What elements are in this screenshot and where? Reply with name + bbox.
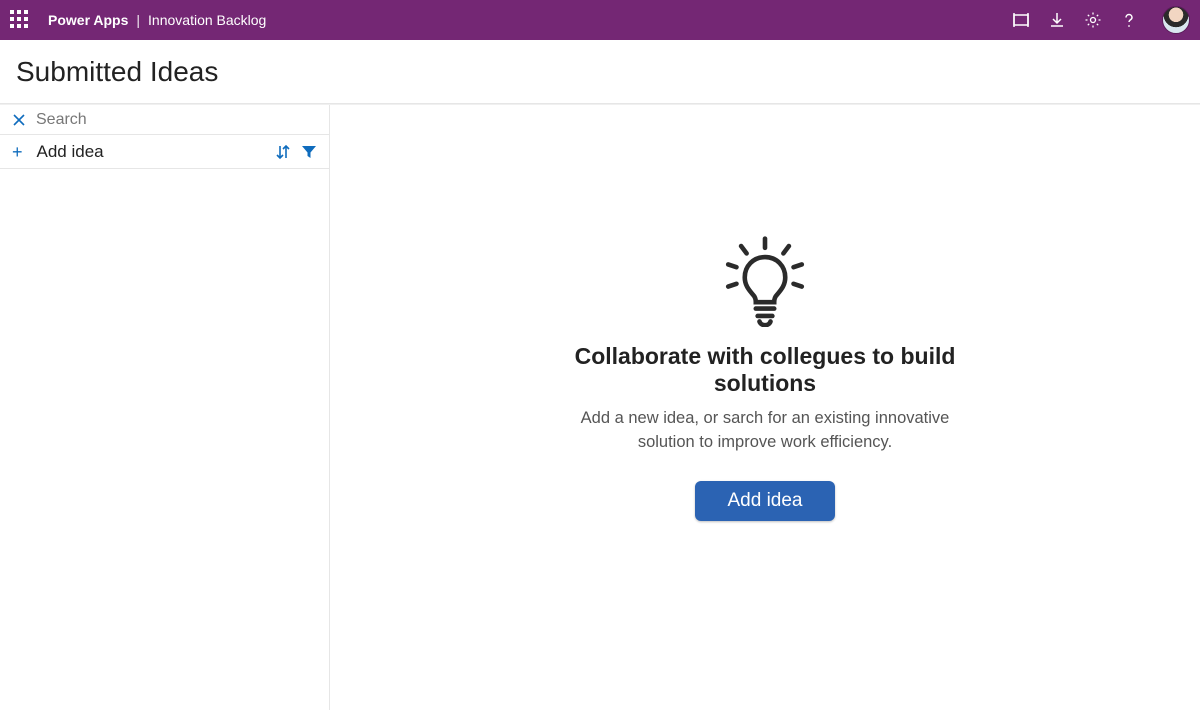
brand-label: Power Apps <box>48 12 128 28</box>
search-row[interactable] <box>0 105 329 135</box>
download-icon[interactable] <box>1048 11 1066 29</box>
fit-to-screen-icon[interactable] <box>1012 11 1030 29</box>
app-name-label: Innovation Backlog <box>148 12 266 28</box>
app-topbar: Power Apps | Innovation Backlog <box>0 0 1200 40</box>
empty-subtext: Add a new idea, or sarch for an existing… <box>525 407 1005 455</box>
empty-state: Collaborate with collegues to build solu… <box>525 235 1005 521</box>
add-idea-row[interactable]: + Add idea <box>0 135 329 169</box>
topbar-actions <box>1012 6 1190 34</box>
brand-divider: | <box>136 12 140 28</box>
clear-search-icon[interactable] <box>12 113 26 127</box>
empty-heading: Collaborate with collegues to build solu… <box>525 343 1005 397</box>
plus-icon: + <box>12 143 23 161</box>
add-idea-label: Add idea <box>37 142 104 162</box>
add-idea-button[interactable]: Add idea <box>695 481 834 521</box>
user-avatar[interactable] <box>1162 6 1190 34</box>
app-launcher-icon[interactable] <box>10 10 30 30</box>
search-input[interactable] <box>36 111 317 129</box>
ideas-sidebar: + Add idea <box>0 105 330 710</box>
filter-icon[interactable] <box>301 144 317 160</box>
help-icon[interactable] <box>1120 11 1138 29</box>
settings-gear-icon[interactable] <box>1084 11 1102 29</box>
main-content: Collaborate with collegues to build solu… <box>330 105 1200 710</box>
sort-icon[interactable] <box>275 144 291 160</box>
page-title: Submitted Ideas <box>16 56 218 88</box>
page-header: Submitted Ideas <box>0 40 1200 104</box>
page-body: + Add idea <box>0 104 1200 710</box>
lightbulb-icon <box>719 235 811 327</box>
